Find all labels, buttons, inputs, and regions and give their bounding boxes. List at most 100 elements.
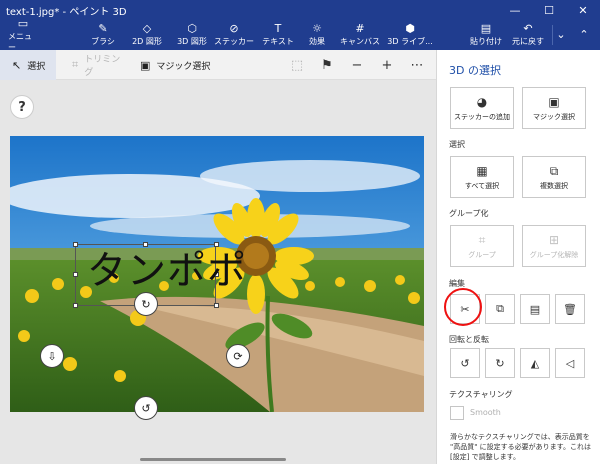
stickers-tab[interactable]: ⊘ ステッカー [214, 20, 254, 50]
brush-tab[interactable]: ✎ ブラシ [86, 20, 120, 50]
library-3d-tab[interactable]: ⬢ 3D ライブ... [386, 20, 434, 50]
effects-tab[interactable]: ☼ 効果 [304, 20, 330, 50]
sun-icon: ☼ [312, 22, 322, 35]
rotate-x-icon[interactable]: ↺ [134, 396, 158, 420]
more-options-icon[interactable]: ⋯ [402, 50, 432, 80]
undo-icon: ↶ [523, 22, 533, 35]
highlight-circle [444, 288, 482, 326]
help-button[interactable]: ? [10, 95, 34, 119]
undo-label: 元に戻す [512, 37, 544, 46]
shapes-2d-label: 2D 図形 [132, 37, 162, 46]
selected-text-object[interactable]: タンポポ [87, 240, 247, 296]
rotate-y-icon[interactable]: ⟳ [226, 344, 250, 368]
text-tab[interactable]: T テキスト [259, 20, 297, 50]
group-icon: ⌗ [478, 232, 486, 247]
rotate-left-button[interactable]: ↺ [450, 348, 480, 378]
stickers-label: ステッカー [214, 37, 254, 46]
magic-select-panel-label: マジック選択 [533, 112, 575, 121]
panel-title: 3D の選択 [449, 64, 501, 77]
collapse-ribbon-button[interactable]: ⌃ [574, 20, 594, 50]
shapes-2d-icon: ◇ [142, 22, 152, 35]
maximize-button[interactable]: ☐ [532, 0, 566, 20]
resize-handle[interactable] [73, 303, 78, 308]
menu-button[interactable]: ▭ メニュー [8, 16, 38, 52]
select-all-label: すべて選択 [464, 181, 500, 190]
library-3d-label: 3D ライブ... [387, 37, 433, 46]
resize-handle[interactable] [214, 303, 219, 308]
resize-handle[interactable] [73, 242, 78, 247]
paste-label: 貼り付け [470, 37, 502, 46]
paste-panel-button[interactable]: ▤ [520, 294, 550, 324]
canvas-icon: # [355, 22, 365, 35]
delete-button[interactable]: 🗑 [555, 294, 585, 324]
cursor-icon: ↖ [12, 58, 22, 72]
flag-icon[interactable]: ⚑ [312, 50, 342, 80]
select-all-button[interactable]: ▦ すべて選択 [450, 156, 514, 198]
multi-select-icon: ⧉ [549, 163, 559, 178]
minimize-button[interactable]: — [498, 0, 532, 20]
ungroup-label: グループ化解除 [529, 250, 579, 259]
canvas-label: キャンバス [340, 37, 380, 46]
rotate-right-button[interactable]: ↻ [485, 348, 515, 378]
zoom-in-icon[interactable]: + [372, 50, 402, 80]
brush-icon: ✎ [98, 22, 108, 35]
smooth-checkbox[interactable] [450, 406, 464, 420]
paste-button[interactable]: ▤ 貼り付け [468, 20, 504, 50]
magic-select-icon: ▣ [548, 94, 560, 109]
undo-button[interactable]: ↶ 元に戻す [508, 20, 548, 50]
sticker-icon: ◕ [476, 94, 488, 109]
chevron-up-icon: ⌃ [579, 27, 589, 41]
magic-select-tool[interactable]: ▣ マジック選択 [140, 50, 236, 80]
ribbon: ▭ メニュー ✎ ブラシ ◇ 2D 図形 ⬡ 3D 図形 ⊘ ステッカー T テ… [0, 16, 600, 52]
magic-select-icon: ▣ [140, 58, 151, 72]
add-sticker-button[interactable]: ◕ ステッカーの追加 [450, 87, 514, 129]
more-dropdown[interactable]: ⌄ [554, 20, 568, 50]
horizontal-scrollbar[interactable] [140, 458, 286, 461]
shapes-3d-tab[interactable]: ⬡ 3D 図形 [173, 20, 211, 50]
text-icon: T [274, 22, 282, 35]
close-button[interactable]: ✕ [566, 0, 600, 20]
shapes-3d-label: 3D 図形 [177, 37, 207, 46]
zoom-out-icon[interactable]: − [342, 50, 372, 80]
rotate-section-label: 回転と反転 [449, 335, 489, 344]
push-back-icon[interactable]: ⇩ [40, 344, 64, 368]
smooth-label: Smooth [470, 408, 501, 417]
toolbar: ↖ 選択 ⌗ トリミング ▣ マジック選択 ⬚ ⚑ − + ⋯ [0, 50, 436, 80]
library-icon: ⬢ [405, 22, 415, 35]
cube-icon: ⬡ [187, 22, 197, 35]
group-button[interactable]: ⌗ グループ [450, 225, 514, 267]
title-bar: text-1.jpg* - ペイント 3D — ☐ ✕ [0, 0, 600, 20]
select-tool[interactable]: ↖ 選択 [0, 50, 56, 80]
multi-select-button[interactable]: ⧉ 複数選択 [522, 156, 586, 198]
chevron-down-icon: ⌄ [556, 27, 566, 41]
select-all-icon: ▦ [476, 163, 488, 178]
texturing-section-label: テクスチャリング [449, 390, 513, 399]
window-title: text-1.jpg* - ペイント 3D [6, 6, 127, 18]
texturing-note: 滑らかなテクスチャリングでは、表示品質を "高品質" に設定する必要があります。… [450, 433, 591, 461]
select-label: 選択 [27, 61, 46, 72]
ribbon-divider [552, 25, 553, 45]
select-section-label: 選択 [449, 140, 465, 149]
shapes-2d-tab[interactable]: ◇ 2D 図形 [128, 20, 166, 50]
effects-label: 効果 [309, 37, 325, 46]
add-sticker-label: ステッカーの追加 [454, 112, 510, 121]
text-label: テキスト [262, 37, 294, 46]
group-label: グループ [468, 250, 496, 259]
rotate-z-icon[interactable]: ↻ [134, 292, 158, 316]
ungroup-button[interactable]: ⊞ グループ化解除 [522, 225, 586, 267]
crop-icon: ⌗ [72, 58, 79, 71]
flip-vertical-button[interactable]: ◁ [555, 348, 585, 378]
ungroup-icon: ⊞ [548, 232, 560, 247]
copy-button[interactable]: ⧉ [485, 294, 515, 324]
canvas-tab[interactable]: # キャンバス [340, 20, 380, 50]
multi-select-label: 複数選択 [540, 181, 568, 190]
view-3d-icon[interactable]: ⬚ [282, 50, 312, 80]
magic-select-label: マジック選択 [156, 61, 211, 72]
magic-select-button[interactable]: ▣ マジック選択 [522, 87, 586, 129]
crop-tool[interactable]: ⌗ トリミング [68, 50, 128, 80]
crop-label: トリミング [84, 55, 121, 78]
flip-horizontal-button[interactable]: ◭ [520, 348, 550, 378]
clipboard-icon: ▤ [480, 22, 492, 35]
resize-handle[interactable] [73, 272, 78, 277]
folder-icon: ▭ [17, 16, 29, 30]
